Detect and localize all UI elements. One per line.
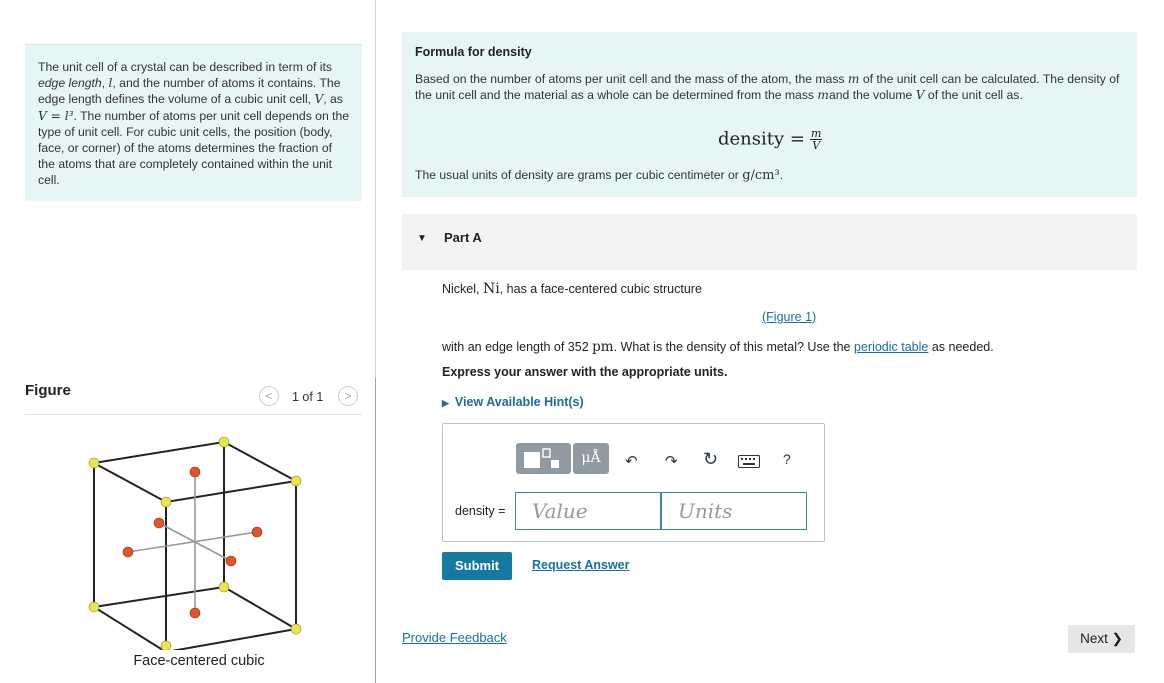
redo-icon[interactable]: ↷	[665, 452, 678, 470]
figure-count: 1 of 1	[292, 390, 324, 404]
density-equation: density = m V	[718, 128, 823, 152]
template-icon	[524, 448, 559, 468]
view-hints-toggle[interactable]: ▶ View Available Hint(s)	[442, 395, 584, 409]
question-line-2: with an edge length of 352 pm. What is t…	[442, 339, 994, 355]
formula-text-1: Based on the number of atoms per unit ce…	[415, 72, 845, 86]
intro-v-symbol: V	[314, 92, 324, 107]
keyboard-icon[interactable]	[738, 455, 760, 472]
question-line-1: Nickel, Ni, has a face-centered cubic st…	[442, 281, 702, 297]
formula-text-4: of the unit cell as.	[927, 88, 1023, 103]
intro-text: The unit cell of a crystal can be descri…	[25, 44, 362, 201]
intro-volume-formula: V = l³	[38, 108, 74, 123]
column-divider-accent	[375, 378, 376, 683]
hint-label: View Available Hint(s)	[454, 395, 584, 409]
units-end: .	[779, 168, 784, 182]
picometer-unit: pm	[592, 339, 614, 355]
figure-divider	[25, 414, 362, 415]
hint-arrow-icon: ▶	[442, 398, 449, 408]
formula-m-symbol-2: m	[817, 88, 829, 103]
intro-edge-length: edge length	[38, 76, 102, 91]
formula-info-box: Formula for density Based on the number …	[402, 32, 1137, 197]
formula-m-symbol: m	[847, 72, 860, 86]
question-text-2c: as needed.	[931, 340, 994, 354]
equation-lhs: density =	[718, 128, 805, 150]
figure-caption: Face-centered cubic	[133, 653, 265, 669]
provide-feedback-link[interactable]: Provide Feedback	[402, 630, 507, 645]
answer-area: μÅ ↶ ↷ ↻ ? density = Value Units	[442, 423, 825, 542]
intro-text-1: The unit cell of a crystal can be descri…	[38, 60, 332, 74]
formula-text-3: and the volume	[828, 88, 913, 103]
undo-icon[interactable]: ↶	[625, 452, 638, 470]
submit-button[interactable]: Submit	[442, 552, 512, 580]
next-button[interactable]: Next ❯	[1068, 625, 1135, 653]
density-label: density =	[455, 504, 506, 518]
figure-prev-button[interactable]: <	[259, 386, 279, 406]
help-icon[interactable]: ?	[783, 451, 791, 467]
part-a-label: Part A	[444, 230, 482, 245]
answer-instruction: Express your answer with the appropriate…	[442, 365, 728, 379]
collapse-arrow-icon[interactable]: ▼	[417, 233, 427, 244]
units-input[interactable]: Units	[661, 492, 807, 530]
fcc-unit-cell-diagram	[88, 436, 302, 650]
units-tool-button[interactable]: μÅ	[573, 443, 609, 474]
value-input[interactable]: Value	[515, 492, 661, 530]
reset-icon[interactable]: ↻	[703, 449, 718, 470]
intro-text-4: , as	[323, 92, 343, 107]
intro-text-5: . The number of atoms per unit cell depe…	[38, 108, 350, 188]
question-text-1b: , has a face-centered cubic structure	[499, 282, 702, 296]
equation-denominator: V	[812, 139, 821, 152]
template-tool-button[interactable]	[516, 443, 571, 474]
nickel-symbol: Ni	[483, 281, 500, 297]
units-note: The usual units of density are grams per…	[415, 168, 783, 183]
formula-title: Formula for density	[415, 45, 532, 59]
units-math: g/cm³	[742, 168, 780, 183]
question-text-1a: Nickel,	[442, 282, 480, 296]
figure-next-button[interactable]: >	[338, 386, 358, 406]
request-answer-link[interactable]: Request Answer	[532, 558, 629, 572]
formula-description: Based on the number of atoms per unit ce…	[415, 71, 1123, 103]
formula-v-symbol: V	[915, 88, 925, 103]
question-text-2b: . What is the density of this metal? Use…	[613, 340, 851, 354]
units-text: The usual units of density are grams per…	[415, 168, 739, 182]
figure-title: Figure	[25, 382, 71, 399]
periodic-table-link[interactable]: periodic table	[854, 340, 928, 354]
figure-1-link[interactable]: (Figure 1)	[762, 310, 816, 324]
intro-text-2: ,	[101, 76, 106, 91]
question-text-2a: with an edge length of 352	[442, 340, 589, 354]
part-a-header[interactable]	[402, 214, 1137, 270]
